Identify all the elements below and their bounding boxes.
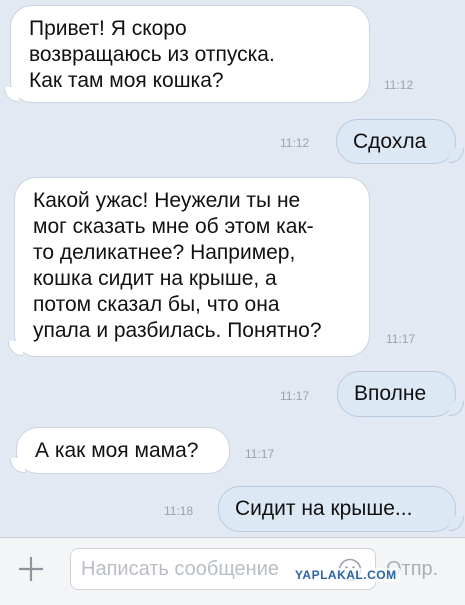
message-time: 11:12 xyxy=(280,136,310,150)
bubble-tail xyxy=(4,87,19,102)
message-time: 11:17 xyxy=(280,389,310,403)
message-bubble-outgoing: Сдохла xyxy=(336,119,456,164)
chat-thread: Привет! Я скоро возвращаюсь из отпуска. … xyxy=(0,0,465,535)
bubble-tail xyxy=(10,458,25,473)
plus-icon[interactable] xyxy=(14,552,48,586)
message-bubble-incoming: А как моя мама? xyxy=(16,427,230,474)
message-time: 11:12 xyxy=(384,78,414,92)
watermark: YAPLAKAL.COM xyxy=(292,568,400,582)
bubble-tail xyxy=(449,516,464,531)
message-bubble-incoming: Привет! Я скоро возвращаюсь из отпуска. … xyxy=(10,5,370,103)
bubble-tail xyxy=(8,341,23,356)
plus-icon-glyph xyxy=(19,557,43,581)
message-time: 11:17 xyxy=(245,447,275,461)
message-time: 11:17 xyxy=(386,332,416,346)
bubble-tail xyxy=(449,148,464,163)
message-time: 11:18 xyxy=(164,504,194,518)
message-bubble-incoming: Какой ужас! Неужели ты не мог сказать мн… xyxy=(14,177,370,357)
message-bubble-outgoing: Вполне xyxy=(337,371,456,417)
message-bubble-outgoing: Сидит на крыше... xyxy=(218,486,456,532)
bubble-tail xyxy=(449,401,464,416)
